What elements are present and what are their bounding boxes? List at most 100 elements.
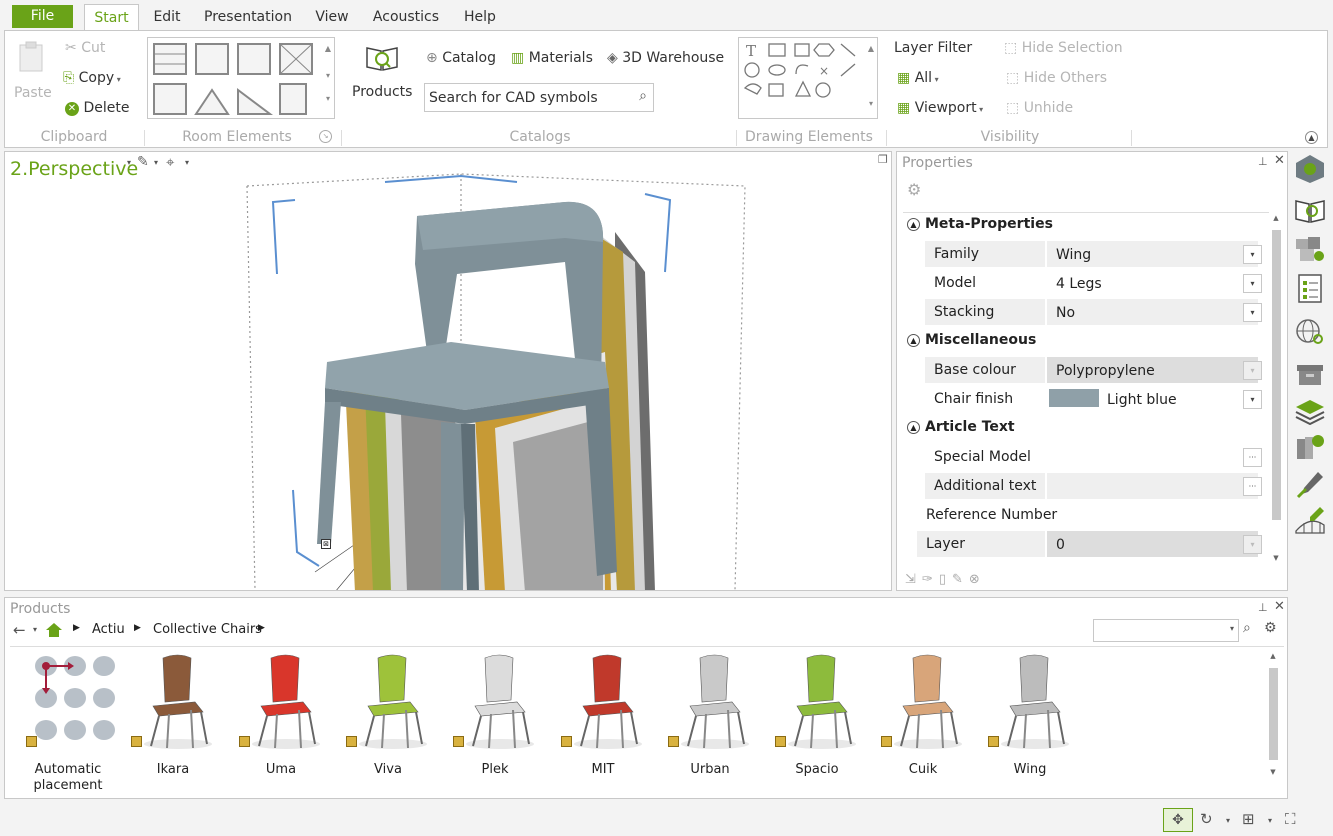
product-item[interactable]: Urban: [660, 652, 760, 792]
all-layers-dropdown[interactable]: ▦ All ▾: [897, 70, 939, 86]
boxes-settings-icon[interactable]: [1294, 233, 1326, 263]
prop-model[interactable]: Model 4 Legs ▾: [925, 270, 1262, 297]
copy-button[interactable]: ⎘ Copy ▾: [63, 70, 121, 86]
products-button[interactable]: Products: [352, 84, 412, 100]
product-item[interactable]: Automatic placement: [18, 652, 118, 793]
prop-additional-text[interactable]: Additional text ···: [925, 473, 1262, 500]
search-icon[interactable]: ⌕: [639, 88, 647, 104]
file-menu-button[interactable]: File: [12, 5, 73, 28]
settings-wand-icon[interactable]: ⚙: [907, 180, 921, 199]
product-item[interactable]: Ikara: [123, 652, 223, 792]
prop-special-model[interactable]: Special Model I... ···: [925, 444, 1262, 491]
prop-reference-number[interactable]: Reference Number: [917, 502, 1262, 529]
material-settings-icon[interactable]: [1294, 431, 1326, 461]
close-icon[interactable]: ✕: [1274, 599, 1285, 614]
collapse-section-icon[interactable]: ▲: [907, 334, 920, 347]
product-item[interactable]: Cuik: [873, 652, 973, 792]
pen-nib-icon[interactable]: [1294, 469, 1326, 499]
mesh-tool-icon[interactable]: [1294, 505, 1326, 535]
cut-button[interactable]: ✂ Cut: [65, 40, 105, 56]
products-search-input[interactable]: ▾: [1093, 619, 1239, 642]
pin-icon[interactable]: ⊥: [1258, 155, 1268, 168]
prop-base-colour[interactable]: Base colour Polypropylene ▾: [925, 357, 1262, 384]
lock-icon: [988, 736, 999, 747]
tab-start[interactable]: Start: [84, 4, 139, 31]
add-property-icon[interactable]: ⇲: [905, 572, 922, 587]
perspective-viewport[interactable]: 2.Perspective ▾ ✎ ▾ ⌖ ▾ ❐ ⊠: [4, 151, 892, 591]
prop-layer[interactable]: Layer 0 ▾: [917, 531, 1262, 558]
breadcrumb-actiu[interactable]: Actiu: [92, 622, 125, 637]
cad-search-box[interactable]: Search for CAD symbols ⌕: [424, 83, 654, 112]
collapse-section-icon[interactable]: ▲: [907, 421, 920, 434]
catalog-book-icon[interactable]: [1294, 195, 1326, 225]
edit-page-icon[interactable]: ✎: [952, 572, 969, 587]
search-icon[interactable]: ⌕: [1243, 620, 1251, 636]
rotate-icon[interactable]: ↻: [1200, 810, 1213, 828]
collapse-section-icon[interactable]: ▲: [907, 218, 920, 231]
move-tool-icon[interactable]: ✥: [1163, 808, 1193, 832]
home-icon[interactable]: [45, 622, 63, 638]
properties-toolbar: ⇲✑▯✎⊗: [905, 572, 986, 587]
product-item[interactable]: MIT: [553, 652, 653, 792]
products-scrollbar[interactable]: ▲ ▼: [1267, 652, 1279, 776]
delete-button[interactable]: ✕ Delete: [65, 100, 129, 116]
tab-edit[interactable]: Edit: [146, 4, 188, 30]
3d-warehouse-button[interactable]: ◈ 3D Warehouse: [607, 50, 724, 66]
product-item[interactable]: Plek: [445, 652, 545, 792]
collapse-ribbon-icon[interactable]: ▲: [1305, 131, 1318, 144]
gallery-scroll[interactable]: ▲ ▾ ▾: [322, 38, 334, 118]
room-elements-gallery[interactable]: ▲ ▾ ▾: [147, 37, 335, 119]
layers-icon[interactable]: [1294, 395, 1326, 425]
tab-acoustics[interactable]: Acoustics: [366, 4, 446, 30]
grip-handle-icon[interactable]: ⊠: [321, 539, 331, 549]
drawing-gallery-scroll[interactable]: ▲ ▾: [865, 38, 877, 118]
layout-grid-icon[interactable]: ⊞: [1242, 810, 1255, 828]
prop-stacking[interactable]: Stacking No ▾: [925, 299, 1262, 326]
fullscreen-icon[interactable]: ⛶: [1285, 810, 1296, 828]
product-item[interactable]: Spacio: [767, 652, 867, 792]
materials-button[interactable]: ▥ Materials: [511, 50, 593, 66]
archive-box-icon[interactable]: [1294, 359, 1326, 389]
section-miscellaneous[interactable]: ▲ Miscellaneous: [907, 332, 1036, 348]
globe-search-icon[interactable]: [1294, 317, 1326, 347]
checklist-icon[interactable]: [1294, 273, 1326, 303]
paste-button[interactable]: Paste: [14, 85, 52, 101]
section-meta-properties[interactable]: ▲ Meta-Properties: [907, 216, 1053, 232]
tab-view[interactable]: View: [308, 4, 356, 30]
prop-family[interactable]: Family Wing ▾: [925, 241, 1262, 268]
back-arrow-icon[interactable]: ←: [13, 621, 26, 639]
tab-presentation[interactable]: Presentation: [198, 4, 298, 30]
viewport-dropdown[interactable]: ▦ Viewport ▾: [897, 100, 983, 116]
product-item[interactable]: Wing: [980, 652, 1080, 792]
lock-icon: [239, 736, 250, 747]
prop-chair-finish[interactable]: Chair finish Light blue ▾: [925, 386, 1262, 413]
new-page-icon[interactable]: ▯: [939, 572, 952, 587]
family-dropdown-icon[interactable]: ▾: [1243, 245, 1262, 264]
product-thumbnail: [252, 654, 320, 749]
gear-icon[interactable]: ⚙: [1264, 620, 1277, 636]
hide-others-button[interactable]: ⬚ Hide Others: [1006, 70, 1107, 86]
chair-finish-dropdown-icon[interactable]: ▾: [1243, 390, 1262, 409]
section-article-text[interactable]: ▲ Article Text: [907, 419, 1015, 435]
model-dropdown-icon[interactable]: ▾: [1243, 274, 1262, 293]
properties-scrollbar[interactable]: ▲ ▼: [1270, 214, 1282, 562]
drawing-elements-gallery[interactable]: T × ▲ ▾: [738, 37, 878, 119]
special-model-more-icon[interactable]: ···: [1243, 448, 1262, 467]
remove-icon[interactable]: ⊗: [969, 572, 986, 587]
stacking-dropdown-icon[interactable]: ▾: [1243, 303, 1262, 322]
catalog-button[interactable]: ⊕ Catalog: [426, 50, 496, 66]
unhide-button[interactable]: ⬚ Unhide: [1006, 100, 1073, 116]
room-elements-expand-icon[interactable]: ↘: [319, 130, 332, 143]
product-item[interactable]: Viva: [338, 652, 438, 792]
toolbox-icon[interactable]: [1294, 153, 1326, 183]
cad-search-input[interactable]: Search for CAD symbols: [429, 90, 598, 106]
brush-icon[interactable]: ✑: [922, 572, 939, 587]
chair-3d-render[interactable]: [5, 152, 891, 590]
pin-icon[interactable]: ⊥: [1258, 601, 1268, 614]
tab-help[interactable]: Help: [456, 4, 504, 30]
additional-text-more-icon[interactable]: ···: [1243, 477, 1262, 496]
product-item[interactable]: Uma: [231, 652, 331, 792]
breadcrumb-collective-chairs[interactable]: Collective Chairs: [153, 622, 262, 637]
hide-selection-button[interactable]: ⬚ Hide Selection: [1004, 40, 1123, 56]
close-icon[interactable]: ✕: [1274, 153, 1285, 168]
